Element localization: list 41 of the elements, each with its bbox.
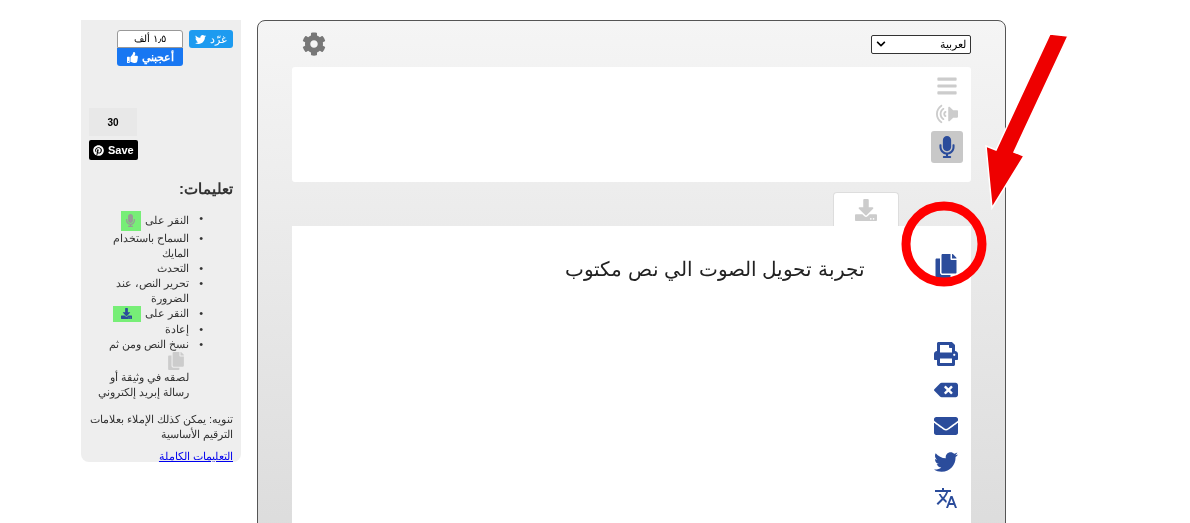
thumbs-up-icon	[126, 51, 138, 63]
output-text: تجربة تحويل الصوت الي نص مكتوب	[564, 257, 866, 283]
instruction-text: النقر على	[144, 306, 189, 321]
instruction-text: نسخ النص ومن ثم	[108, 336, 189, 352]
instructions-heading: تعليمات:	[178, 179, 233, 199]
note-text: تنويه: يمكن كذلك الإملاء بعلامات الترقيم الأساسية	[89, 411, 233, 442]
bird-icon[interactable]	[934, 450, 958, 474]
copy-icon[interactable]	[934, 254, 958, 278]
microphone-button[interactable]	[931, 131, 963, 163]
download-icon	[855, 198, 877, 221]
bullet: •	[198, 305, 203, 321]
chevron-icon	[876, 39, 886, 49]
bullet: •	[198, 210, 203, 226]
input-field[interactable]	[292, 67, 971, 182]
print-icon[interactable]	[934, 342, 958, 366]
download-icon	[112, 305, 141, 322]
instruction-text: تحرير النص، عند الضرورة	[114, 275, 189, 306]
bullet: •	[198, 336, 203, 352]
bullet: •	[198, 321, 203, 337]
language-select[interactable]: لعربية	[871, 34, 971, 54]
instruction-text: لصقه في وثيقة أو رسالة إبريد إلكتروني	[96, 369, 189, 400]
instruction-text: السماح باستخدام المايك	[111, 230, 189, 261]
bullet: •	[198, 230, 203, 246]
instruction-text: التحدث	[157, 260, 189, 276]
bullet: •	[198, 275, 203, 291]
like-count: ١٫٥ ألف	[117, 30, 183, 48]
instruction-text: النقر على	[144, 213, 189, 228]
translate-icon[interactable]	[934, 486, 958, 510]
mail-icon[interactable]	[934, 414, 958, 438]
microphone-icon	[936, 136, 958, 158]
like-button[interactable]: أعجبني	[117, 48, 183, 66]
pin-icon	[93, 144, 104, 156]
pinterest-save-button[interactable]: Save	[89, 140, 138, 160]
share-count: 30	[89, 108, 137, 136]
microphone-icon	[120, 210, 141, 231]
settings-icon[interactable]	[302, 32, 326, 56]
instruction-text: إعادة	[165, 321, 189, 337]
bullet: •	[198, 260, 203, 276]
bird-icon	[195, 33, 206, 45]
full-instructions-link[interactable]: التعليمات الكاملة	[89, 447, 233, 464]
copy-icon	[167, 351, 185, 370]
